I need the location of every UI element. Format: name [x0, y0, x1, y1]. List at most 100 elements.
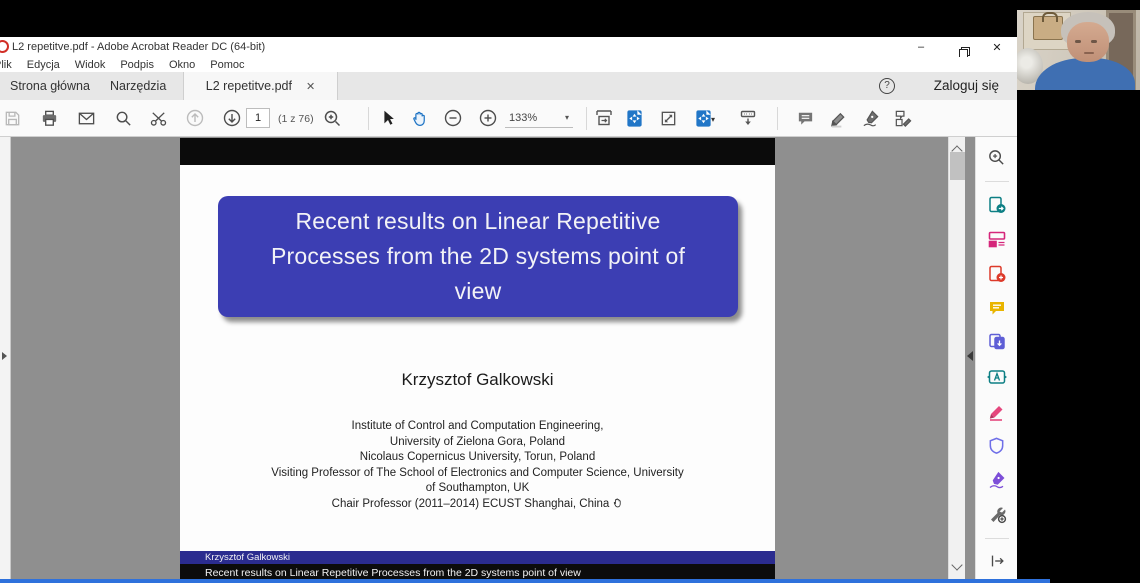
- scrollbar-thumb[interactable]: [950, 152, 965, 180]
- hand-tool-icon[interactable]: [407, 104, 431, 132]
- marquee-zoom-icon[interactable]: [320, 104, 344, 132]
- affiliation-line: of Southampton, UK: [180, 481, 775, 497]
- webcam-person-mouth: [1084, 52, 1094, 54]
- tools-right-rail: [975, 137, 1017, 583]
- affiliation-line: Visiting Professor of The School of Elec…: [180, 466, 775, 482]
- minimize-button[interactable]: –: [915, 41, 927, 53]
- search-icon[interactable]: [111, 104, 135, 132]
- toolbar-divider: [368, 107, 369, 130]
- menu-bar: Plik Edycja Widok Podpis Okno Pomoc: [0, 57, 1017, 72]
- zoom-level-value: 133%: [509, 112, 537, 124]
- affiliation-line: University of Zielona Gora, Poland: [180, 435, 775, 451]
- export-pdf-icon[interactable]: [984, 192, 1010, 217]
- affiliation-line: Institute of Control and Computation Eng…: [180, 419, 775, 435]
- slide-title-line: view: [455, 274, 502, 309]
- acrobat-app-icon: [0, 40, 9, 53]
- webcam-person-eye: [1075, 40, 1081, 43]
- redact-icon[interactable]: [984, 398, 1010, 423]
- scroll-down-icon[interactable]: [953, 561, 961, 569]
- video-overlay-line: [0, 579, 1050, 583]
- previous-page-icon[interactable]: [183, 104, 207, 132]
- slide-author: Krzysztof Galkowski: [180, 370, 775, 390]
- affiliation-line: Chair Professor (2011–2014) ECUST Shangh…: [332, 498, 610, 510]
- left-panel-rail[interactable]: [0, 137, 11, 583]
- page-count-label: (1 z 76): [278, 113, 314, 125]
- save-icon[interactable]: [0, 104, 24, 132]
- rail-divider: [985, 538, 1009, 539]
- create-pdf-icon[interactable]: [984, 261, 1010, 286]
- pdf-page: Recent results on Linear Repetitive Proc…: [180, 138, 775, 583]
- snapshot-scissors-icon[interactable]: [146, 104, 170, 132]
- scan-ocr-icon[interactable]: [984, 364, 1010, 389]
- close-button[interactable]: ✕: [991, 41, 1003, 54]
- sign-pen-icon[interactable]: [858, 104, 882, 132]
- affiliation-line-last: Chair Professor (2011–2014) ECUST Shangh…: [180, 497, 775, 513]
- webcam-person-eye: [1091, 40, 1097, 43]
- menu-plik[interactable]: Plik: [0, 59, 12, 71]
- fill-sign-icon[interactable]: [890, 104, 914, 132]
- slide-title-line: Processes from the 2D systems point of: [271, 239, 685, 274]
- next-page-icon[interactable]: [220, 104, 244, 132]
- menu-podpis[interactable]: Podpis: [120, 59, 154, 71]
- slide-top-black-band: [180, 138, 775, 165]
- hand-cursor-icon: [612, 497, 623, 509]
- sign-in-button[interactable]: Zaloguj się: [934, 78, 999, 93]
- toolbar-divider: [777, 107, 778, 130]
- menu-widok[interactable]: Widok: [75, 59, 106, 71]
- highlighter-icon[interactable]: [826, 104, 850, 132]
- help-icon[interactable]: ?: [879, 78, 895, 94]
- menu-okno[interactable]: Okno: [169, 59, 195, 71]
- slide-title-box: Recent results on Linear Repetitive Proc…: [218, 196, 738, 317]
- zoom-in-icon[interactable]: [476, 104, 500, 132]
- collapse-right-panel-icon[interactable]: [967, 351, 973, 361]
- page-number-input[interactable]: [246, 108, 270, 128]
- protect-icon[interactable]: [984, 433, 1010, 458]
- main-toolbar: (1 z 76) 133% ▾: [0, 100, 1017, 137]
- expand-left-panel-icon[interactable]: [2, 352, 7, 360]
- fit-page-icon[interactable]: [622, 104, 646, 132]
- webcam-video: [1017, 0, 1140, 103]
- chevron-down-icon: ▾: [565, 113, 569, 122]
- email-icon[interactable]: [74, 104, 98, 132]
- search-tools-icon[interactable]: [984, 145, 1010, 170]
- slide-affiliations: Institute of Control and Computation Eng…: [180, 419, 775, 513]
- more-tools-icon[interactable]: [984, 501, 1010, 526]
- webcam-frame: [1017, 10, 1140, 90]
- chevron-down-icon[interactable]: ▾: [711, 115, 715, 124]
- tab-document-label: L2 repetitve.pdf: [206, 79, 292, 93]
- document-view-area: Recent results on Linear Repetitive Proc…: [0, 137, 1017, 583]
- comment-tool-icon[interactable]: [984, 295, 1010, 320]
- rail-divider: [985, 181, 1009, 182]
- select-tool-icon[interactable]: [376, 104, 400, 132]
- combine-files-icon[interactable]: [984, 330, 1010, 355]
- print-icon[interactable]: [37, 104, 61, 132]
- scrolling-mode-icon[interactable]: [736, 104, 760, 132]
- slide-footer-author-bar: Krzysztof Galkowski: [180, 551, 775, 564]
- zoom-out-icon[interactable]: [441, 104, 465, 132]
- slide-body: Recent results on Linear Repetitive Proc…: [180, 165, 775, 551]
- actual-size-icon[interactable]: [656, 104, 680, 132]
- tab-home[interactable]: Strona główna: [10, 72, 90, 100]
- menu-edycja[interactable]: Edycja: [27, 59, 60, 71]
- scroll-up-icon[interactable]: [953, 143, 961, 151]
- affiliation-line: Nicolaus Copernicus University, Torun, P…: [180, 450, 775, 466]
- tab-bar: Strona główna Narzędzia L2 repetitve.pdf…: [0, 72, 1017, 100]
- comment-icon[interactable]: [793, 104, 817, 132]
- tab-close-icon[interactable]: ✕: [306, 80, 315, 93]
- tab-document[interactable]: L2 repetitve.pdf ✕: [183, 72, 338, 100]
- menu-pomoc[interactable]: Pomoc: [210, 59, 244, 71]
- title-bar: L2 repetitve.pdf - Adobe Acrobat Reader …: [0, 37, 1017, 57]
- vertical-scrollbar[interactable]: [948, 137, 965, 583]
- webcam-box: [1033, 16, 1063, 40]
- fill-sign-tool-icon[interactable]: [984, 467, 1010, 492]
- fit-width-reflow-icon[interactable]: [592, 104, 616, 132]
- organize-pages-icon[interactable]: [984, 227, 1010, 252]
- tab-tools[interactable]: Narzędzia: [110, 72, 166, 100]
- slide-title-line: Recent results on Linear Repetitive: [296, 204, 661, 239]
- webcam-person-face: [1067, 22, 1109, 62]
- window-title: L2 repetitve.pdf - Adobe Acrobat Reader …: [12, 41, 265, 53]
- toolbar-divider: [586, 107, 587, 130]
- expand-panel-icon[interactable]: [984, 549, 1010, 574]
- zoom-level-dropdown[interactable]: 133% ▾: [505, 108, 573, 128]
- acrobat-window: L2 repetitve.pdf - Adobe Acrobat Reader …: [0, 37, 1017, 583]
